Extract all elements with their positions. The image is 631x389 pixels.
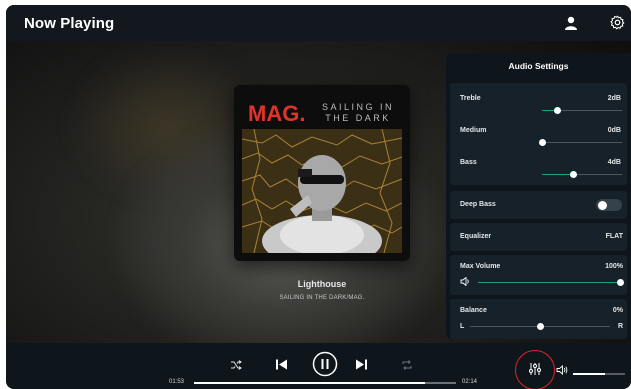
medium-label: Medium	[460, 127, 487, 134]
balance-card: Balance 0% L R	[450, 299, 627, 339]
highlight-circle	[515, 350, 555, 389]
max-volume-slider-thumb[interactable]	[617, 279, 624, 286]
equalizer-label: Equalizer	[460, 233, 492, 240]
medium-slider-thumb[interactable]	[539, 139, 546, 146]
progress-fill	[194, 382, 425, 384]
max-volume-card: Max Volume 100%	[450, 255, 627, 295]
repeat-icon[interactable]	[401, 359, 413, 371]
total-time: 02:14	[462, 379, 478, 385]
balance-label: Balance	[460, 307, 487, 314]
treble-label: Treble	[460, 95, 481, 102]
deep-bass-label: Deep Bass	[460, 201, 496, 208]
album-cover: MAG. SAILING IN THE DARK	[234, 85, 410, 261]
gear-icon[interactable]	[610, 15, 625, 30]
medium-value: 0dB	[607, 127, 621, 134]
song-title: Lighthouse	[297, 279, 347, 289]
header-bar: Now Playing	[6, 5, 631, 41]
treble-slider-thumb[interactable]	[554, 107, 561, 114]
previous-icon[interactable]	[275, 358, 288, 371]
speaker-icon	[460, 277, 469, 286]
user-icon[interactable]	[564, 16, 578, 30]
medium-slider-track[interactable]	[542, 142, 622, 143]
max-volume-slider-fill	[478, 282, 622, 283]
page-title: Now Playing	[24, 15, 115, 32]
balance-right-label: R	[617, 323, 623, 330]
max-volume-value: 100%	[605, 263, 623, 270]
equalizer-value: FLAT	[605, 233, 623, 240]
album-brand: MAG.	[248, 101, 306, 126]
equalizer-card[interactable]: Equalizer FLAT	[450, 223, 627, 251]
elapsed-time: 01:53	[169, 379, 185, 385]
eq-card: Treble 2dB Medium 0dB Bass 4dB	[450, 83, 627, 185]
next-icon[interactable]	[355, 358, 368, 371]
album-artwork-image	[242, 129, 402, 253]
bass-slider-thumb[interactable]	[570, 171, 577, 178]
balance-value: 0%	[612, 307, 623, 314]
pause-button[interactable]	[312, 351, 338, 377]
treble-value: 2dB	[607, 95, 621, 102]
max-volume-label: Max Volume	[460, 263, 501, 270]
deep-bass-toggle-knob	[598, 200, 607, 210]
deep-bass-card: Deep Bass	[450, 191, 627, 219]
song-artist: SAILING IN THE DARK/MAG.	[279, 295, 365, 301]
audio-settings-panel: Audio Settings Treble 2dB Medium 0dB Bas…	[446, 53, 631, 339]
deep-bass-toggle[interactable]	[596, 199, 622, 211]
bass-value: 4dB	[607, 159, 621, 166]
app-window: Now Playing MAG. SAILING IN THE DARK Lig…	[6, 5, 631, 389]
album-subtitle: SAILING IN THE DARK	[321, 102, 394, 123]
panel-title: Audio Settings	[508, 61, 569, 71]
balance-left-label: L	[460, 323, 465, 330]
balance-slider-thumb[interactable]	[537, 323, 544, 330]
shuffle-icon[interactable]	[230, 359, 242, 371]
volume-slider-fill	[573, 373, 606, 375]
bass-label: Bass	[460, 159, 477, 166]
volume-icon[interactable]	[556, 365, 568, 375]
